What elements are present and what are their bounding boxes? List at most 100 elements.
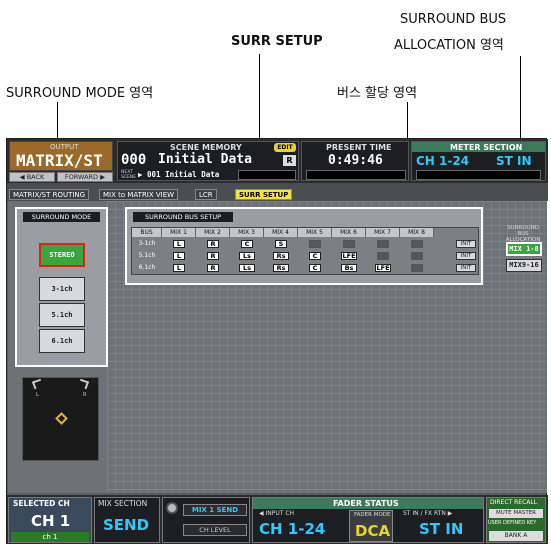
figure: SURROUND BUS ALLOCATION 영역 SURR SETUP SU… [0,0,551,544]
bus-assign-cell[interactable] [411,264,423,272]
init-button[interactable]: INIT [456,252,476,260]
meter-st[interactable]: ST IN [496,154,532,168]
surround-mode-5-1ch-button[interactable]: 5.1ch [39,303,85,327]
bus-column-header: BUS [132,228,162,237]
bus-assign-cell[interactable]: L [173,264,185,272]
surround-mode-panel: SURROUND MODE STEREO 3-1ch 5.1ch 6.1ch [15,207,108,367]
meter-section-panel[interactable]: METER SECTION CH 1-24 ST IN [411,141,546,181]
output-block[interactable]: OUTPUT MATRIX/ST [9,141,113,171]
bus-assign-cell[interactable]: L [173,240,185,248]
surround-mode-3-1ch-button[interactable]: 3-1ch [39,277,85,301]
meter-ch[interactable]: CH 1-24 [416,154,469,168]
mix-column-header: MIX 7 [366,228,400,237]
bank-button[interactable]: BANK A [489,531,543,541]
knob-icon [166,502,178,514]
selected-ch-block[interactable]: SELECTED CH CH 1 ch 1 [8,497,92,543]
surround-mode-title: SURROUND MODE [23,212,100,222]
bus-assign-cell[interactable]: R [207,240,219,248]
surround-bus-setup-panel: SURROUND BUS SETUP BUS MIX 1 MIX 2 MIX 3 MIX… [125,207,483,285]
scene-memory-panel[interactable]: SCENE MEMORY EDIT 000 Initial Data R NEX… [117,141,299,181]
fader-status-label: FADER STATUS [333,499,399,508]
pan-label-r: R [83,392,87,398]
fader-mode-label: FADER MODE [354,512,391,518]
bus-setup-table: BUS MIX 1 MIX 2 MIX 3 MIX 4 MIX 5 MIX 6 MIX 7 MI… [131,227,479,275]
allocation-mix1-8-button[interactable]: MIX 1-8 [506,242,542,256]
present-time-label: PRESENT TIME [326,143,392,152]
bus-assign-cell[interactable]: LFE [375,264,391,272]
mix-column-header: MIX 6 [332,228,366,237]
mix-section-block[interactable]: MIX SECTION SEND [94,497,160,543]
input-ch-value[interactable]: CH 1-24 [259,520,325,538]
mix-column-header: MIX 3 [230,228,264,237]
stin-value[interactable]: ST IN [419,520,463,538]
bus-assign-cell[interactable] [411,240,423,248]
bus-assign-cell[interactable] [343,240,355,248]
bus-assign-cell[interactable]: R [207,264,219,272]
surround-pan-field[interactable]: L R [22,377,99,461]
bus-assign-cell[interactable]: Bs [341,264,357,272]
bus-assign-cell[interactable]: R [207,252,219,260]
pan-label-l: L [36,392,39,398]
surround-mode-6-1ch-button[interactable]: 6.1ch [39,329,85,353]
bus-assign-cell[interactable]: C [309,264,321,272]
selected-ch-sub: ch 1 [11,532,89,542]
callout-surr-setup: SURR SETUP [231,34,323,49]
mix-section-label: MIX SECTION [98,499,148,508]
forward-button[interactable]: FORWARD ▶ [57,172,113,182]
ch-level-label: CH LEVEL [183,524,247,536]
console-screen: OUTPUT MATRIX/ST ◀ BACK FORWARD ▶ SCENE … [6,138,548,544]
allocation-title-line1: SURROUND BUS [507,225,539,237]
init-button[interactable]: INIT [456,264,476,272]
callout-surround-bus-allocation-line2: ALLOCATION 영역 [394,38,504,53]
next-scene-value: ▶ 001 Initial Data [138,170,220,179]
callout-surround-bus-allocation-line1: SURROUND BUS [400,12,507,27]
tab-lcr[interactable]: LCR [195,189,217,200]
mix-section-value: SEND [103,516,150,534]
direct-recall[interactable]: DIRECT RECALL [490,499,537,506]
bus-assign-cell[interactable] [411,252,423,260]
time-slot [306,170,406,180]
mix-column-header: MIX 1 [162,228,196,237]
speaker-r-icon [77,378,90,390]
user-keys-block[interactable]: DIRECT RECALL MUTE MASTER USER DEFINED K… [486,497,546,543]
selected-ch-label: SELECTED CH [13,499,70,508]
surround-mode-stereo-button[interactable]: STEREO [39,243,85,267]
fader-mode-box[interactable]: FADER MODE DCA [349,510,393,542]
top-status-bar: OUTPUT MATRIX/ST ◀ BACK FORWARD ▶ SCENE … [7,139,548,183]
bus-assign-cell[interactable]: Ls [239,264,255,272]
tab-mix-to-matrix-view[interactable]: MIX to MATRIX VIEW [99,189,179,200]
init-button[interactable]: INIT [456,240,476,248]
back-button[interactable]: ◀ BACK [9,172,55,182]
input-ch-label: ◀ INPUT CH [259,510,295,517]
bus-assign-cell[interactable]: L [173,252,185,260]
mix-column-header: MIX 5 [298,228,332,237]
present-time-panel: PRESENT TIME 0:49:46 [301,141,409,181]
pan-position-icon[interactable] [55,412,68,425]
bus-assign-cell[interactable] [309,240,321,248]
bus-assign-cell[interactable]: C [309,252,321,260]
mix-column-header: MIX 4 [264,228,298,237]
callout-surround-mode: SURROUND MODE 영역 [6,86,154,101]
bus-assign-cell[interactable]: Rs [273,264,289,272]
mute-master[interactable]: MUTE MASTER [489,509,543,518]
r-badge: R [283,155,296,166]
bus-assign-cell[interactable]: LFE [341,252,357,260]
bottom-status-bar: SELECTED CH CH 1 ch 1 MIX SECTION SEND M… [7,495,548,544]
meter-slot [416,170,541,180]
next-scene-label: NEXT SCENE [121,170,137,180]
user-defined-key: USER DEFINED KEY [488,520,537,526]
tab-surr-setup[interactable]: SURR SETUP [235,189,293,200]
bus-assign-cell[interactable]: Ls [239,252,255,260]
allocation-mix9-16-button[interactable]: MIX9-16 [506,259,542,272]
bus-assign-cell[interactable] [377,240,389,248]
tab-matrix-st-routing[interactable]: MATRIX/ST ROUTING [9,189,90,200]
bus-assign-cell[interactable]: C [241,240,253,248]
mix-send-block[interactable]: MIX 1 SEND CH LEVEL [162,497,250,543]
mix-column-header: MIX 2 [196,228,230,237]
bus-row-label: 6.1ch [138,264,156,271]
scene-name: Initial Data [158,152,252,167]
bus-assign-cell[interactable] [377,252,389,260]
bus-assign-cell[interactable]: Rs [273,252,289,260]
bus-setup-title: SURROUND BUS SETUP [133,212,233,222]
bus-assign-cell[interactable]: S [275,240,287,248]
